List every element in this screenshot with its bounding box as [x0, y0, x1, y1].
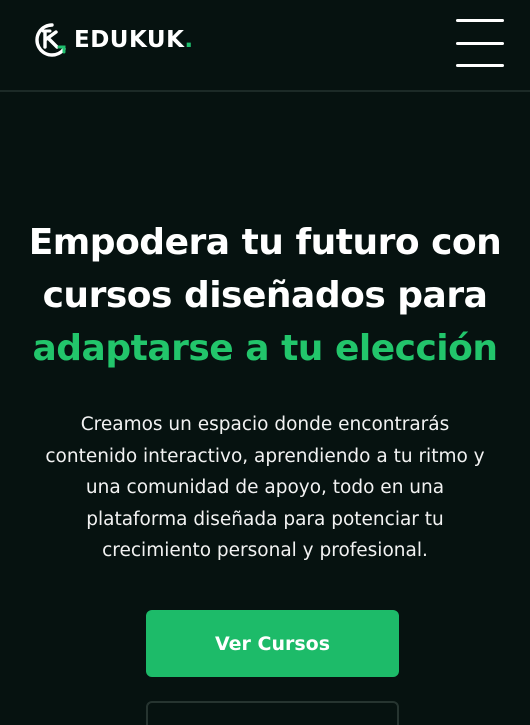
hero-title-line1: Empodera tu futuro con — [28, 222, 502, 263]
logo-text-main: EDU — [74, 27, 129, 53]
ver-cursos-button[interactable]: Ver Cursos — [146, 610, 399, 677]
menu-line — [456, 41, 504, 45]
menu-line — [456, 64, 504, 67]
hero-title-line2: cursos diseñados para — [42, 275, 488, 316]
secondary-button[interactable] — [146, 701, 399, 725]
logo-text: EDUKUK. — [74, 27, 194, 53]
logo-text-secondary: KUK — [128, 27, 185, 53]
hero-title: Empodera tu futuro con cursos diseñados … — [20, 216, 510, 375]
hamburger-menu-icon[interactable] — [454, 17, 506, 69]
site-header: EDUKUK. — [0, 0, 530, 92]
hero-title-highlight: adaptarse a tu elección — [32, 328, 498, 369]
menu-line — [456, 19, 504, 22]
hero-description: Creamos un espacio donde encontrarás con… — [45, 414, 485, 561]
logo-mark-icon — [34, 22, 70, 58]
logo-dot: . — [184, 27, 194, 53]
logo[interactable]: EDUKUK. — [34, 22, 194, 58]
